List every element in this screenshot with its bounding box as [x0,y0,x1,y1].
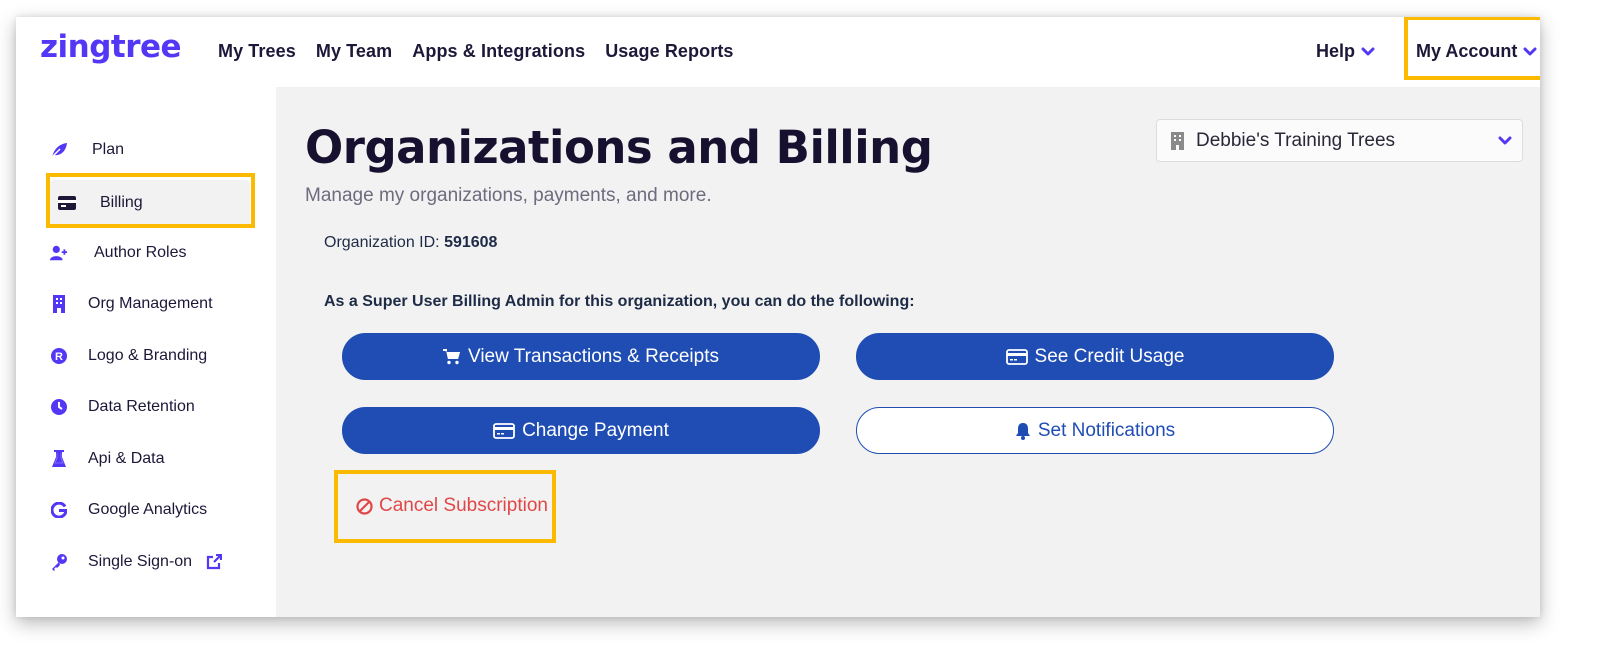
sidebar-item-logo-branding[interactable]: R Logo & Branding [50,341,207,371]
main-nav: My Trees My Team Apps & Integrations Usa… [218,41,734,62]
sidebar-item-billing[interactable]: Billing [50,180,250,226]
admin-permissions-text: As a Super User Billing Admin for this o… [324,293,915,310]
chevron-down-icon [1523,47,1537,55]
see-credit-usage-label: See Credit Usage [1034,345,1185,367]
page-subtitle: Manage my organizations, payments, and m… [305,185,712,206]
cancel-subscription-label: Cancel Subscription [379,495,548,516]
organization-id-value: 591608 [444,234,498,251]
app-window: zingtree My Trees My Team Apps & Integra… [16,17,1540,617]
my-account-menu[interactable]: My Account [1416,41,1537,62]
building-icon [1171,131,1184,150]
top-navigation-bar: zingtree My Trees My Team Apps & Integra… [16,17,1540,87]
set-notifications-button[interactable]: Set Notifications [856,407,1334,454]
sidebar-item-org-management[interactable]: Org Management [50,289,213,319]
cancel-subscription-link[interactable]: Cancel Subscription [356,495,554,517]
clock-icon [50,398,68,416]
sidebar-item-api-data[interactable]: Api & Data [50,444,164,474]
nav-my-trees[interactable]: My Trees [218,41,296,62]
sidebar-item-label: Logo & Branding [88,347,208,364]
sidebar-item-label: Author Roles [94,244,187,261]
view-transactions-button[interactable]: View Transactions & Receipts [342,333,820,380]
building-icon [50,295,68,313]
google-icon [50,501,68,519]
bell-icon [1015,422,1030,440]
chevron-down-icon [1498,136,1512,145]
nav-apps-integrations[interactable]: Apps & Integrations [412,41,585,62]
sidebar-item-single-sign-on[interactable]: Single Sign-on [50,547,223,577]
sidebar-item-label: Billing [100,194,143,211]
leaf-icon [50,141,68,159]
organization-id: Organization ID: 591608 [324,234,497,252]
set-notifications-label: Set Notifications [1037,419,1176,441]
organization-selector-value: Debbie's Training Trees [1196,129,1396,151]
sidebar-item-plan[interactable]: Plan [50,135,124,165]
settings-sidebar: Plan Billing Author Roles Org Management… [16,87,276,617]
sidebar-item-label: Api & Data [88,450,165,467]
credit-card-icon [58,194,76,212]
my-account-label: My Account [1416,41,1518,61]
help-menu[interactable]: Help [1316,41,1375,62]
zingtree-logo[interactable]: zingtree [40,29,182,65]
external-link-icon[interactable] [206,554,223,570]
sidebar-item-label: Google Analytics [88,501,208,518]
sidebar-item-label: Plan [92,141,125,158]
nav-usage-reports[interactable]: Usage Reports [605,41,733,62]
change-payment-label: Change Payment [522,419,669,441]
shopping-cart-icon [443,348,460,364]
nav-my-team[interactable]: My Team [316,41,392,62]
credit-card-icon [1005,348,1028,365]
user-plus-icon [50,244,68,262]
sidebar-item-author-roles[interactable]: Author Roles [50,238,187,268]
change-payment-button[interactable]: Change Payment [342,407,820,454]
ban-icon [356,497,373,515]
page-title: Organizations and Billing [305,121,933,174]
see-credit-usage-button[interactable]: See Credit Usage [856,333,1334,380]
credit-card-icon [493,422,515,439]
sidebar-item-data-retention[interactable]: Data Retention [50,392,195,422]
svg-text:R: R [55,351,63,363]
organization-id-label: Organization ID: [324,234,445,251]
organization-selector[interactable]: Debbie's Training Trees [1156,119,1523,162]
sidebar-item-google-analytics[interactable]: Google Analytics [50,495,207,525]
sidebar-item-label: Single Sign-on [88,553,193,570]
registered-icon: R [50,347,68,365]
chevron-down-icon [1361,47,1375,55]
sidebar-item-label: Org Management [88,295,213,312]
help-label: Help [1316,41,1356,61]
key-icon [50,553,68,571]
flask-icon [50,450,68,468]
view-transactions-label: View Transactions & Receipts [468,345,719,367]
sidebar-item-label: Data Retention [88,398,195,415]
